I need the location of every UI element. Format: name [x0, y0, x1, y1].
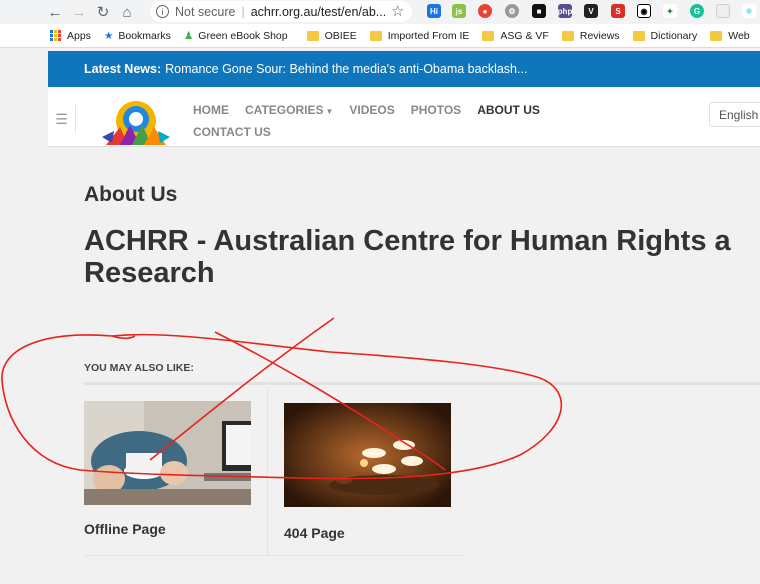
bookmark-label: Reviews [579, 29, 620, 42]
apps-icon[interactable] [50, 30, 61, 41]
caret-down-icon: ▼ [325, 107, 334, 116]
bookmark-green-ebook[interactable]: ♟ Green eBook Shop [184, 30, 288, 42]
web-page: Latest News: Romance Gone Sour: Behind t… [48, 49, 760, 584]
url-separator: | [241, 4, 245, 19]
bookmark-imported[interactable]: Imported From IE [369, 29, 470, 42]
nav-categories[interactable]: CATEGORIES ▼ [245, 103, 333, 117]
extension-php-icon[interactable]: php [558, 4, 572, 18]
nav-photos[interactable]: PHOTOS [411, 103, 461, 117]
browser-toolbar: ← → ↻ ⌂ i Not secure | achrr.org.au/test… [0, 0, 760, 24]
extension-leaf-icon[interactable]: ✦ [663, 4, 677, 18]
bookmark-label: Dictionary [650, 29, 698, 42]
forward-arrow-icon[interactable]: → [67, 1, 91, 23]
extension-blank-icon[interactable] [716, 4, 730, 18]
bookmarks-bar: Apps ★ Bookmarks ♟ Green eBook Shop OBIEE … [0, 24, 760, 48]
thumbnail-image[interactable] [84, 401, 251, 505]
extension-panda-icon[interactable]: ◉ [637, 4, 651, 18]
news-label: Latest News: [84, 62, 162, 76]
bookmark-label: Bookmarks [118, 29, 171, 42]
bookmark-dictionary[interactable]: Dictionary [632, 29, 698, 42]
star-icon: ★ [103, 29, 114, 42]
extension-js-icon[interactable]: js [452, 4, 466, 18]
reload-icon[interactable]: ↻ [91, 1, 115, 23]
nav-categories-label: CATEGORIES [245, 103, 324, 117]
bookmark-label: ASG & VF [500, 29, 549, 42]
extension-gear-icon[interactable]: ⚙ [505, 4, 519, 18]
language-select[interactable]: English [709, 102, 760, 127]
card-divider [84, 555, 464, 556]
bookmark-obiee[interactable]: OBIEE [306, 29, 357, 42]
info-icon[interactable]: i [156, 5, 169, 18]
home-icon[interactable]: ⌂ [115, 1, 139, 23]
extension-react-icon[interactable]: ⚛ [742, 4, 756, 18]
folder-icon [710, 30, 723, 41]
news-ticker[interactable]: Latest News: Romance Gone Sour: Behind t… [48, 51, 760, 87]
site-logo[interactable] [100, 97, 172, 145]
bookmark-apps[interactable]: Apps [67, 30, 91, 42]
bookmark-label: OBIEE [324, 29, 357, 42]
extension-grammarly-icon[interactable]: G [690, 4, 704, 18]
security-status: Not secure [175, 4, 236, 19]
folder-icon [482, 30, 495, 41]
divider [84, 382, 760, 385]
page-heading: About Us [84, 183, 178, 206]
card-divider [267, 387, 268, 555]
card-title[interactable]: Offline Page [84, 521, 251, 537]
bookmark-label: Imported From IE [387, 29, 470, 42]
related-card-offline[interactable]: Offline Page [84, 401, 251, 537]
url-text: achrr.org.au/test/en/ab... [250, 4, 387, 19]
nav-home[interactable]: HOME [193, 103, 229, 117]
extension-v-icon[interactable]: V [584, 4, 598, 18]
extension-s-icon[interactable]: S [611, 4, 625, 18]
site-header: ☰ HOME CATEGORIES ▼ VIDEOS PHOTOS ABOUT U… [48, 87, 760, 147]
folder-icon [632, 30, 645, 41]
nav-contact[interactable]: CONTACT US [193, 125, 271, 139]
nav-videos[interactable]: VIDEOS [349, 103, 394, 117]
main-navigation: HOME CATEGORIES ▼ VIDEOS PHOTOS ABOUT US … [193, 103, 563, 139]
bookmark-star-icon[interactable]: ☆ [391, 2, 404, 20]
back-arrow-icon[interactable]: ← [43, 1, 67, 23]
bookmark-web[interactable]: Web [710, 29, 750, 42]
bookmark-bookmarks[interactable]: ★ Bookmarks [104, 30, 171, 42]
folder-icon [369, 30, 382, 41]
extension-robot-icon[interactable]: ■ [532, 4, 546, 18]
related-heading: YOU MAY ALSO LIKE: [84, 362, 194, 374]
nav-about[interactable]: ABOUT US [477, 103, 540, 117]
address-bar[interactable]: i Not secure | achrr.org.au/test/en/ab..… [150, 1, 412, 22]
bookmark-reviews[interactable]: Reviews [561, 29, 620, 42]
news-headline[interactable]: Romance Gone Sour: Behind the media's an… [165, 62, 527, 76]
bookmark-label: Web [728, 29, 750, 42]
person-icon: ♟ [183, 29, 194, 42]
folder-icon [306, 30, 319, 41]
folder-icon [561, 30, 574, 41]
extension-chrome-icon[interactable]: ● [478, 4, 492, 18]
related-card-404[interactable]: 404 Page [284, 401, 451, 541]
bookmark-asg[interactable]: ASG & VF [482, 29, 549, 42]
bookmark-label: Green eBook Shop [198, 29, 288, 42]
site-title: ACHRR - Australian Centre for Human Righ… [84, 225, 731, 289]
card-title[interactable]: 404 Page [284, 525, 451, 541]
hamburger-menu-icon[interactable]: ☰ [48, 105, 76, 133]
extension-hi-icon[interactable]: Hi [427, 4, 441, 18]
thumbnail-image[interactable] [284, 401, 451, 509]
